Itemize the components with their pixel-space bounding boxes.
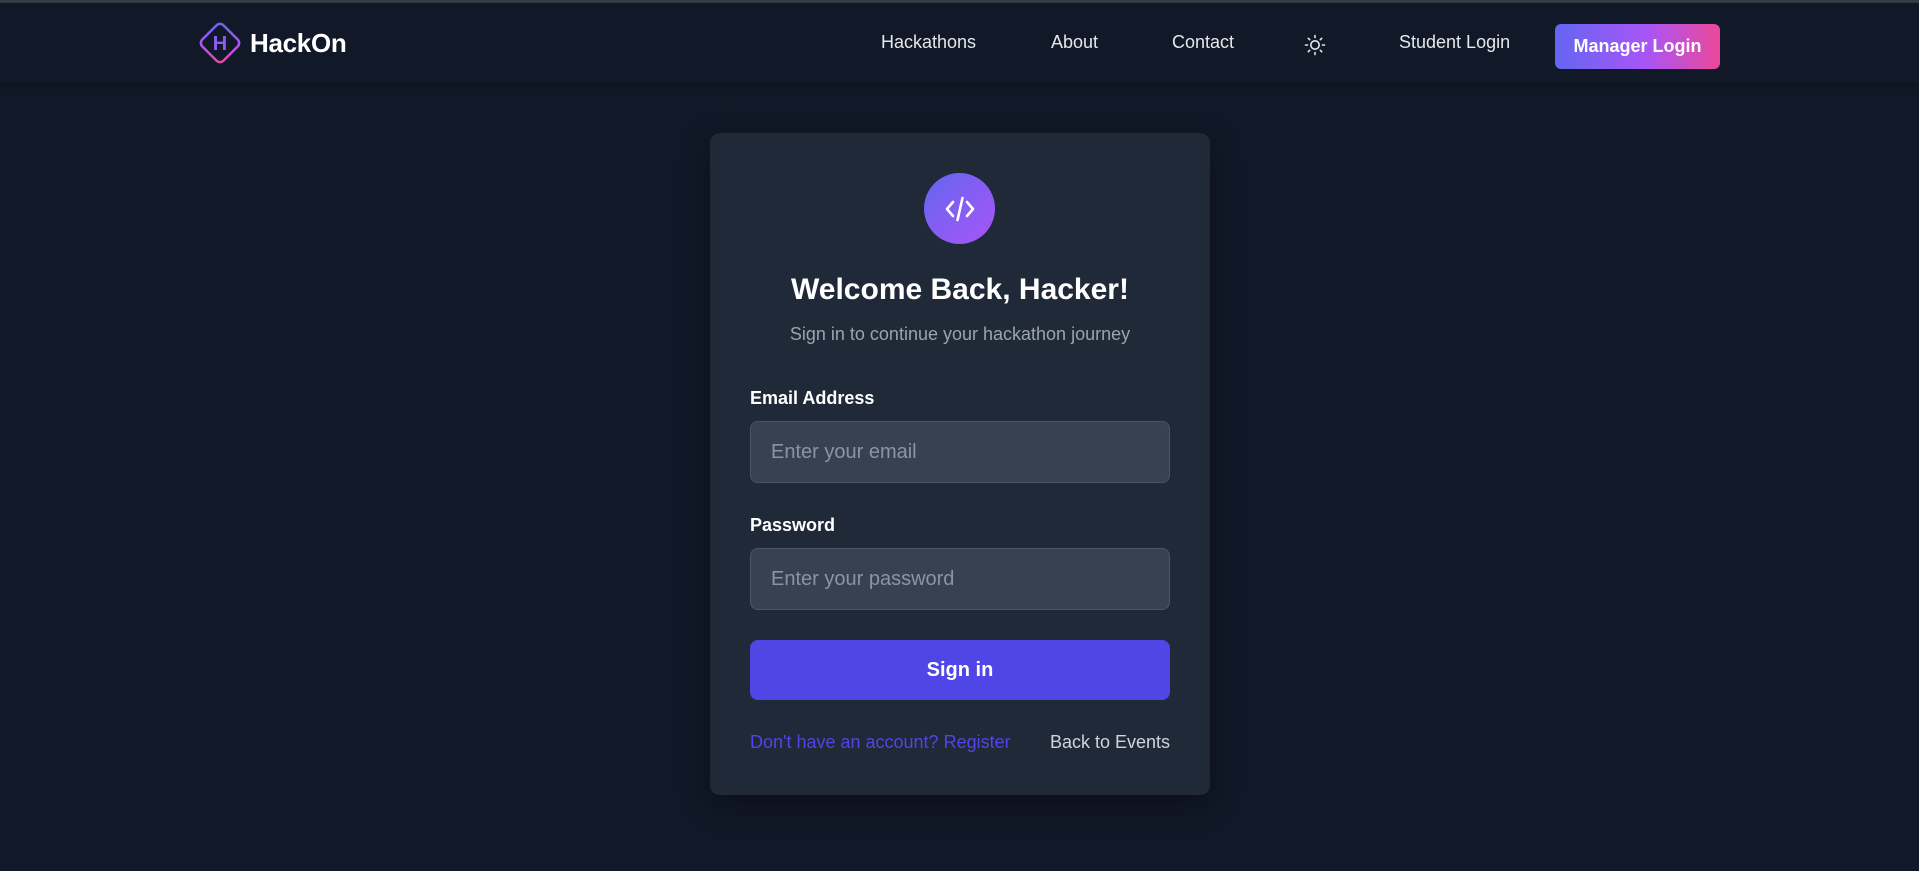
nav-hackathons[interactable]: Hackathons <box>881 31 976 53</box>
navbar: H HackOn Hackathons About Contact Studen… <box>0 3 1919 83</box>
login-card: Welcome Back, Hacker! Sign in to continu… <box>710 133 1210 795</box>
email-field[interactable] <box>750 421 1170 483</box>
password-label: Password <box>750 515 836 535</box>
password-field[interactable] <box>750 548 1170 610</box>
page-subtitle: Sign in to continue your hackathon journ… <box>789 324 1131 344</box>
nav-contact[interactable]: Contact <box>1172 31 1234 53</box>
register-link[interactable]: Don't have an account? Register <box>750 732 1011 753</box>
brand-logo-letter: H <box>213 33 227 55</box>
email-label: Email Address <box>750 388 875 408</box>
nav-student-login[interactable]: Student Login <box>1399 31 1510 53</box>
sun-icon[interactable] <box>1303 33 1327 57</box>
back-to-events-link[interactable]: Back to Events <box>1050 732 1170 753</box>
manager-login-button[interactable]: Manager Login <box>1555 24 1720 69</box>
code-icon <box>924 173 995 244</box>
brand-home-link[interactable]: H HackOn <box>195 18 347 68</box>
nav-about[interactable]: About <box>1051 31 1098 53</box>
brand-name: HackOn <box>250 27 347 58</box>
brand-logo-icon: H <box>195 18 245 68</box>
page-title: Welcome Back, Hacker! <box>791 273 1129 306</box>
sign-in-button[interactable]: Sign in <box>750 640 1170 700</box>
